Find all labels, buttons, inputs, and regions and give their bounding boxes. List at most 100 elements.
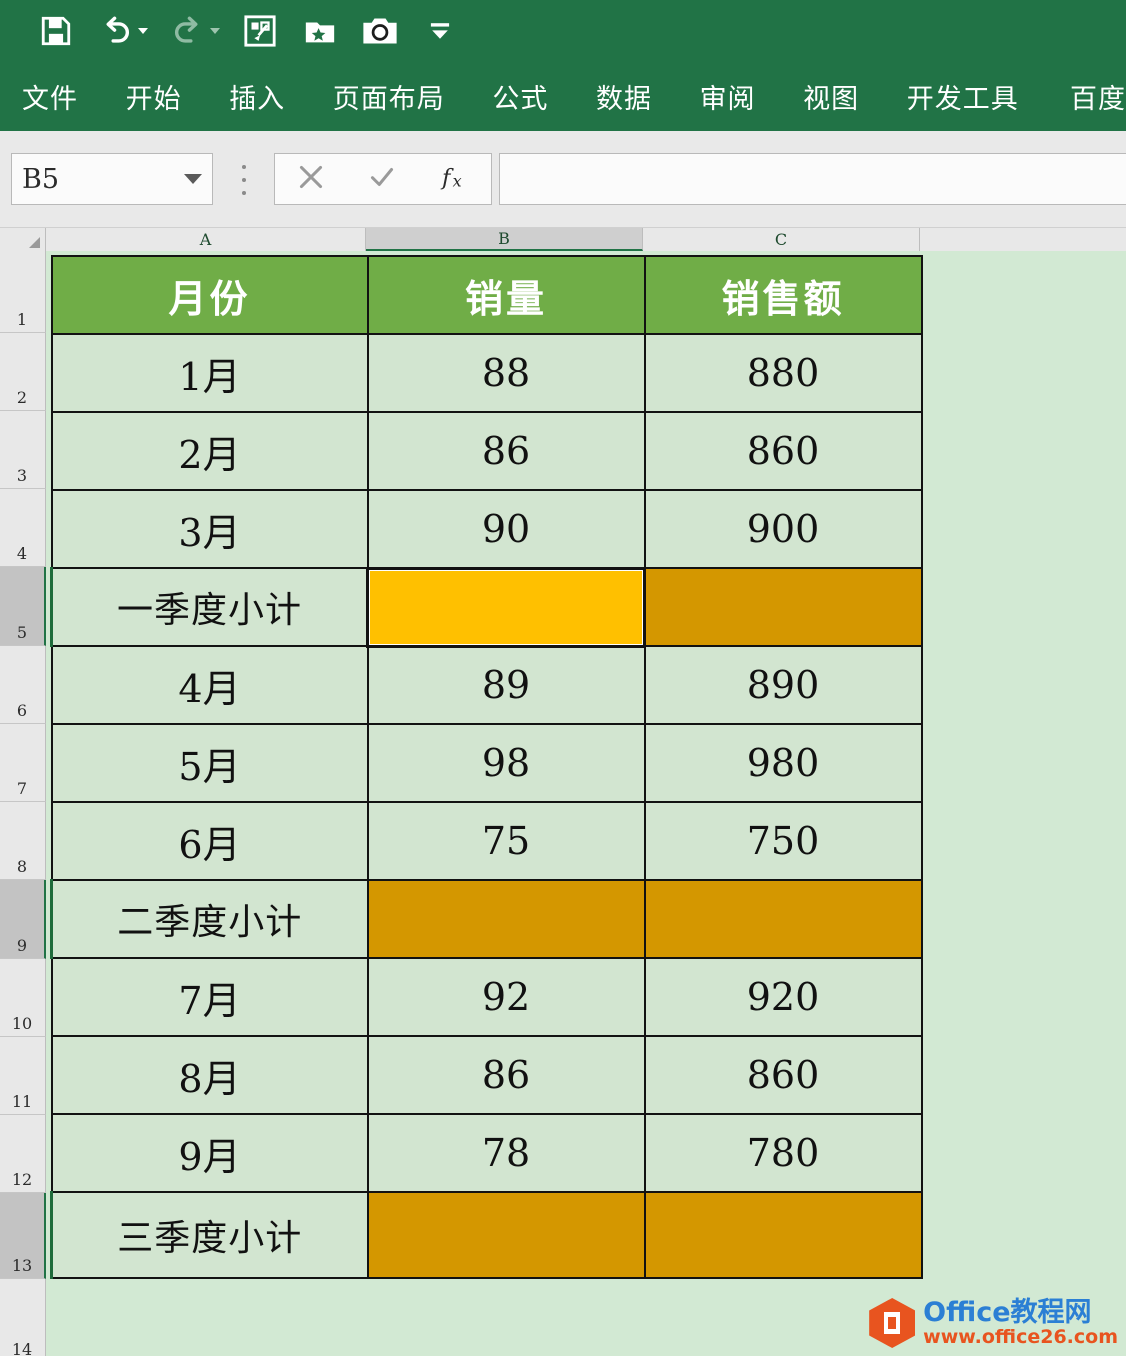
cell-A12[interactable]: 9月 — [50, 1113, 369, 1193]
tab-formulas[interactable]: 公式 — [492, 71, 548, 122]
cell-B13[interactable] — [366, 1191, 646, 1279]
camera-screenshot-icon[interactable] — [360, 11, 400, 51]
cell-A11[interactable]: 8月 — [50, 1035, 369, 1115]
tab-baidu[interactable]: 百度 — [1070, 71, 1126, 122]
cell-C2[interactable]: 880 — [643, 333, 923, 413]
cell-B7[interactable]: 98 — [366, 723, 646, 803]
cell-C5[interactable] — [643, 567, 923, 647]
name-box-dropdown-caret-icon[interactable] — [184, 174, 202, 184]
tab-review[interactable]: 审阅 — [700, 71, 756, 122]
insert-function-icon[interactable]: f x — [438, 162, 470, 197]
cell-B11[interactable]: 86 — [366, 1035, 646, 1115]
cell-A10[interactable]: 7月 — [50, 957, 369, 1037]
cell-C4[interactable]: 900 — [643, 489, 923, 569]
cell-A3[interactable]: 2月 — [50, 411, 369, 491]
select-all-corner[interactable] — [0, 228, 46, 251]
row-header-13[interactable]: 13 — [0, 1193, 46, 1279]
cell-C1[interactable]: 销售额 — [643, 255, 923, 335]
row-header-7[interactable]: 7 — [0, 724, 46, 802]
cell-A1[interactable]: 月份 — [50, 255, 369, 335]
formula-input[interactable] — [499, 153, 1126, 205]
undo-icon[interactable] — [96, 11, 136, 51]
redo-dropdown-caret-icon[interactable] — [210, 28, 220, 34]
row-header-2[interactable]: 2 — [0, 333, 46, 411]
undo-button-group[interactable] — [96, 11, 148, 51]
favorites-folder-icon[interactable] — [300, 11, 340, 51]
redo-button-group[interactable] — [168, 11, 220, 51]
row-header-9[interactable]: 9 — [0, 880, 46, 959]
row-header-10-label: 10 — [11, 1014, 33, 1033]
cell-B8[interactable]: 75 — [366, 801, 646, 881]
cell-C6[interactable]: 890 — [643, 645, 923, 725]
cell-A9[interactable]: 二季度小计 — [50, 879, 369, 959]
row-header-12[interactable]: 12 — [0, 1115, 46, 1193]
cell-A5[interactable]: 一季度小计 — [50, 567, 369, 647]
formula-action-buttons: f x — [274, 153, 492, 205]
cell-A8[interactable]: 6月 — [50, 801, 369, 881]
row-header-column: 1 2 3 4 5 6 7 8 9 10 11 12 13 14 — [0, 251, 46, 1356]
row-header-8[interactable]: 8 — [0, 802, 46, 880]
column-header-row: A B C — [0, 228, 1126, 251]
cell-A13[interactable]: 三季度小计 — [50, 1191, 369, 1279]
cell-A7[interactable]: 5月 — [50, 723, 369, 803]
cell-C3[interactable]: 860 — [643, 411, 923, 491]
cell-B6[interactable]: 89 — [366, 645, 646, 725]
tab-insert[interactable]: 插入 — [229, 71, 285, 122]
save-icon[interactable] — [36, 11, 76, 51]
customize-toolbar-icon[interactable] — [420, 11, 460, 51]
cell-C13[interactable] — [643, 1191, 923, 1279]
name-box[interactable]: B5 — [11, 153, 213, 205]
tab-data[interactable]: 数据 — [596, 71, 652, 122]
tab-developer[interactable]: 开发工具 — [907, 71, 1019, 122]
row-header-1-label: 1 — [16, 310, 28, 329]
row-header-6[interactable]: 6 — [0, 646, 46, 724]
cancel-formula-icon[interactable] — [296, 162, 326, 197]
tab-view[interactable]: 视图 — [803, 71, 859, 122]
cell-B4[interactable]: 90 — [366, 489, 646, 569]
cell-B2[interactable]: 88 — [366, 333, 646, 413]
cell-A2[interactable]: 1月 — [50, 333, 369, 413]
column-header-b[interactable]: B — [366, 228, 643, 251]
cell-B9[interactable] — [366, 879, 646, 959]
table-row: 3月 90 900 — [50, 489, 923, 569]
row-header-5[interactable]: 5 — [0, 567, 46, 646]
cell-B3[interactable]: 86 — [366, 411, 646, 491]
formula-bar-drag-handle[interactable] — [238, 165, 250, 195]
column-header-a[interactable]: A — [46, 228, 366, 251]
row-header-1[interactable]: 1 — [0, 251, 46, 333]
column-header-c[interactable]: C — [643, 228, 920, 251]
cell-A6[interactable]: 4月 — [50, 645, 369, 725]
redo-icon[interactable] — [168, 11, 208, 51]
worksheet-grid: A B C 1 2 3 4 5 6 7 8 9 10 11 12 13 14 月… — [0, 228, 1126, 1356]
table-header-row: 月份 销量 销售额 — [50, 255, 923, 335]
row-header-14-label: 14 — [11, 1340, 33, 1356]
undo-dropdown-caret-icon[interactable] — [138, 28, 148, 34]
cell-C8[interactable]: 750 — [643, 801, 923, 881]
cell-C12[interactable]: 780 — [643, 1113, 923, 1193]
row-header-3[interactable]: 3 — [0, 411, 46, 489]
table-tool-icon[interactable] — [240, 11, 280, 51]
row-header-6-label: 6 — [16, 701, 28, 720]
row-header-11[interactable]: 11 — [0, 1037, 46, 1115]
row-header-14[interactable]: 14 — [0, 1279, 46, 1356]
cell-B12[interactable]: 78 — [366, 1113, 646, 1193]
cell-B5[interactable] — [366, 566, 646, 648]
cell-C11[interactable]: 860 — [643, 1035, 923, 1115]
ribbon-tab-bar: 文件 开始 插入 页面布局 公式 数据 审阅 视图 开发工具 百度 — [0, 62, 1126, 131]
column-header-overflow — [920, 228, 1126, 251]
tab-home[interactable]: 开始 — [126, 71, 182, 122]
cell-B1[interactable]: 销量 — [366, 255, 646, 335]
row-header-4[interactable]: 4 — [0, 489, 46, 567]
cell-C7[interactable]: 980 — [643, 723, 923, 803]
cell-C10[interactable]: 920 — [643, 957, 923, 1037]
row-header-9-label: 9 — [16, 936, 28, 955]
table-subtotal-row: 二季度小计 — [50, 879, 923, 959]
row-header-13-label: 13 — [11, 1256, 33, 1275]
row-header-10[interactable]: 10 — [0, 959, 46, 1037]
cell-C9[interactable] — [643, 879, 923, 959]
confirm-formula-icon[interactable] — [367, 162, 397, 197]
cell-B10[interactable]: 92 — [366, 957, 646, 1037]
tab-page-layout[interactable]: 页面布局 — [333, 71, 445, 122]
cell-A4[interactable]: 3月 — [50, 489, 369, 569]
tab-file[interactable]: 文件 — [22, 71, 78, 122]
